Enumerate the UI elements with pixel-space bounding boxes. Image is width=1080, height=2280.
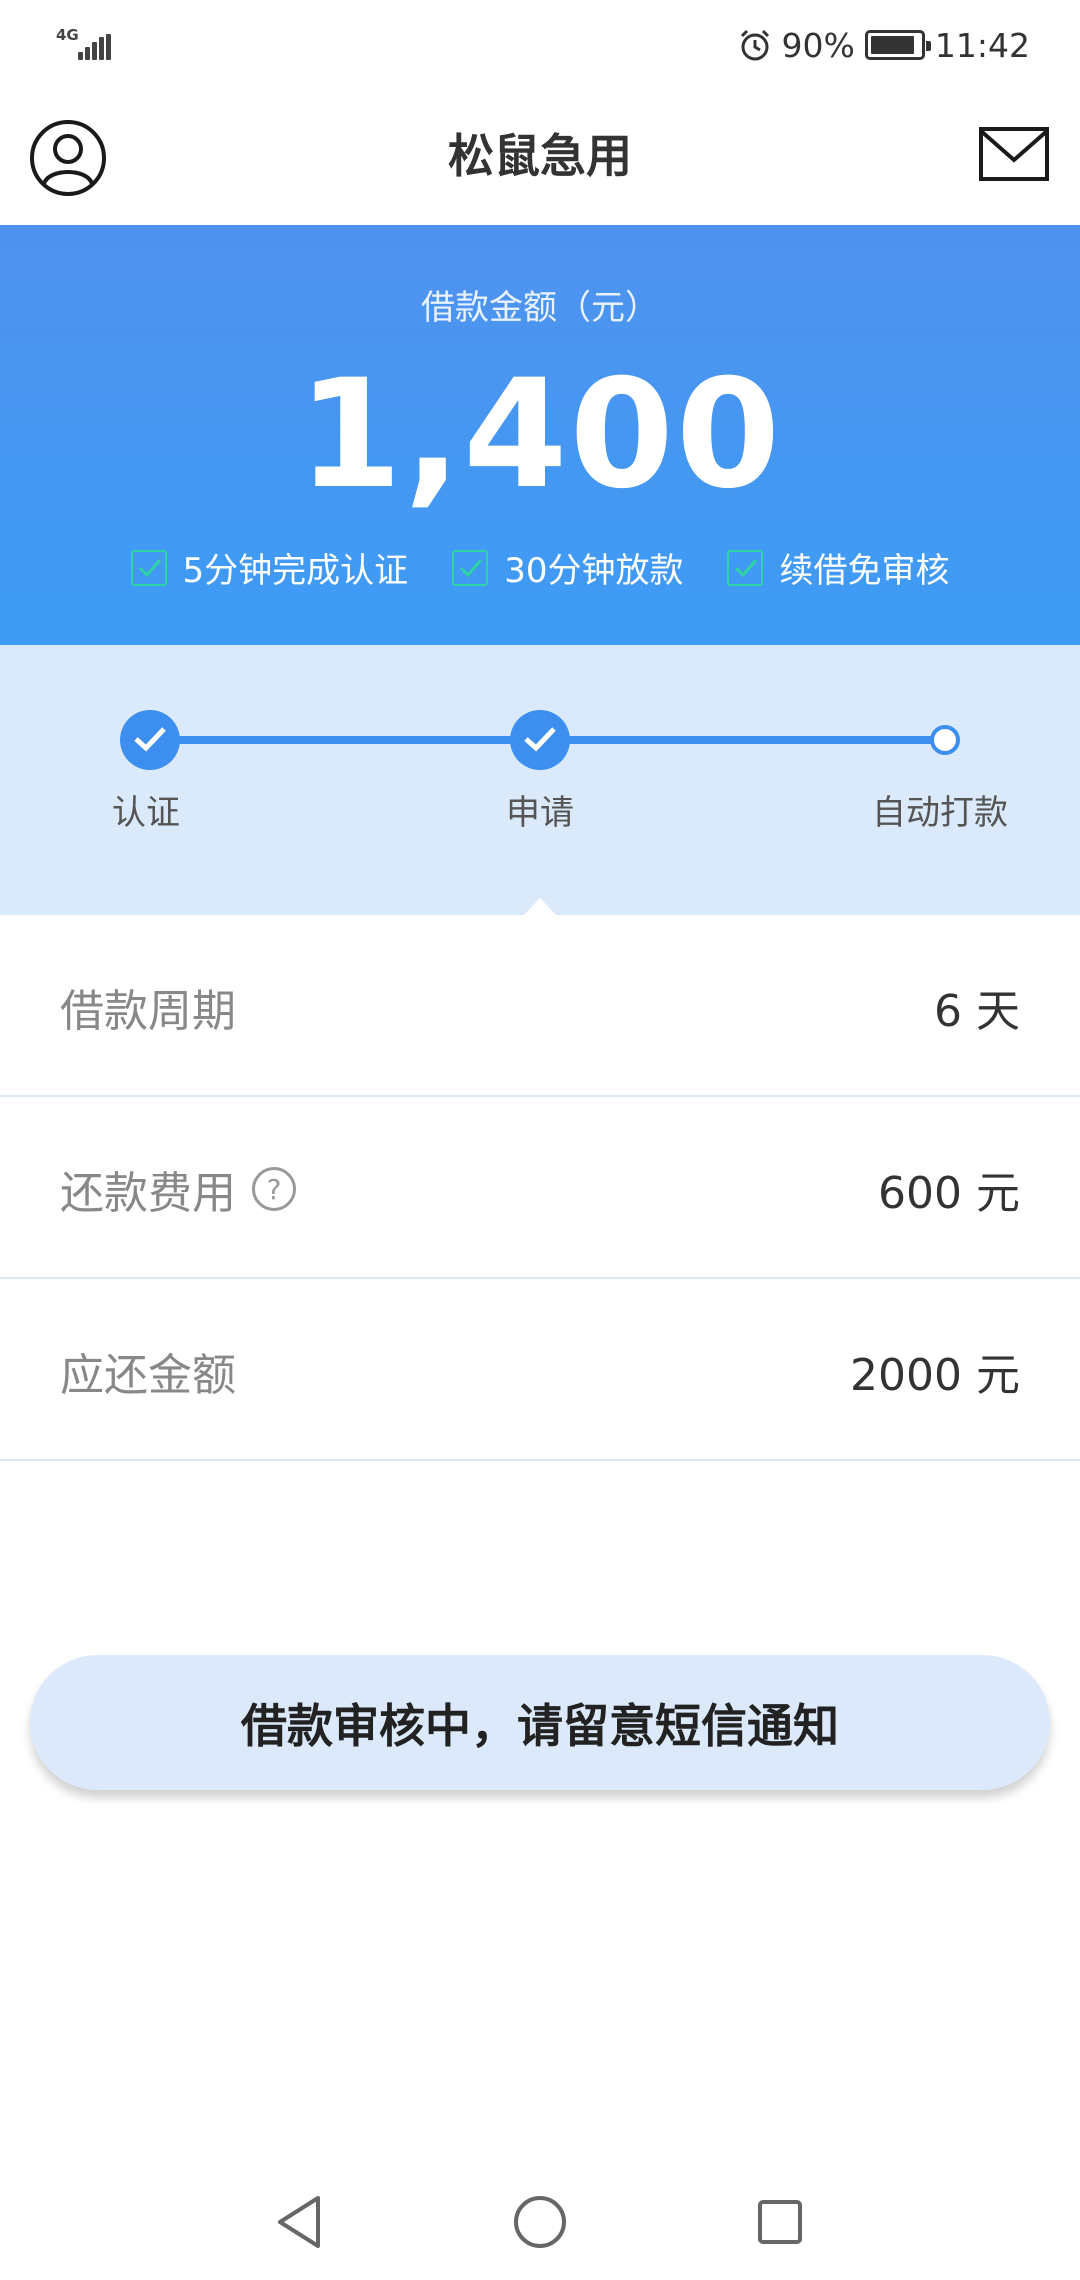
feature-label: 续借免审核 — [779, 551, 950, 591]
detail-label-text: 还款费用 — [60, 1168, 236, 1219]
back-triangle-icon — [278, 2196, 320, 2248]
checkbox-icon — [727, 549, 764, 586]
page-title: 松鼠急用 — [448, 129, 632, 183]
loan-amount-banner: 借款金额（元） 1,400 5分钟完成认证 30分钟放款 续借免审核 — [0, 225, 1080, 645]
cellular-signal-icon: 4G — [56, 26, 112, 62]
checkbox-icon — [130, 549, 167, 586]
detail-label: 应还金额 — [60, 1339, 236, 1403]
alarm-icon — [740, 29, 769, 61]
home-circle-icon — [514, 2196, 566, 2248]
feature-label: 5分钟完成认证 — [182, 551, 409, 591]
detail-row-total: 应还金额 2000 元 — [0, 1279, 1080, 1461]
step-label-payout: 自动打款 — [872, 793, 1008, 833]
amount-label: 借款金额（元） — [421, 288, 659, 328]
mail-icon — [979, 127, 1049, 181]
recents-button[interactable] — [748, 2190, 812, 2254]
loan-amount: 1,400 — [297, 348, 783, 522]
step-label-apply: 申请 — [506, 793, 574, 833]
detail-value: 600 元 — [878, 1168, 1020, 1219]
feature-item: 续借免审核 — [727, 543, 949, 592]
detail-row-term: 借款周期 6 天 — [0, 915, 1080, 1097]
step-done-check-icon — [510, 710, 570, 770]
step-done-check-icon — [120, 710, 180, 770]
review-status-button[interactable]: 借款审核中，请留意短信通知 — [30, 1655, 1050, 1790]
home-button[interactable] — [508, 2190, 572, 2254]
help-icon[interactable]: ? — [252, 1167, 296, 1211]
app-header: 松鼠急用 — [0, 90, 1080, 225]
detail-row-fee: 还款费用 ? 600 元 — [0, 1097, 1080, 1279]
messages-button[interactable] — [978, 124, 1050, 186]
detail-value: 6 天 — [934, 986, 1020, 1037]
pointer-notch — [524, 898, 556, 915]
step-pending-circle-icon — [930, 725, 960, 755]
detail-value: 2000 元 — [850, 1350, 1020, 1401]
detail-label: 还款费用 ? — [60, 1157, 296, 1221]
clock: 11:42 — [934, 25, 1030, 65]
status-bar: 4G 90% 11:42 — [0, 0, 1080, 90]
feature-item: 5分钟完成认证 — [130, 543, 409, 592]
battery-percent: 90% — [781, 25, 855, 65]
feature-item: 30分钟放款 — [452, 543, 683, 592]
system-nav-bar — [0, 2160, 1080, 2280]
status-right: 90% 11:42 — [738, 22, 1030, 68]
network-type: 4G — [56, 26, 79, 44]
detail-label: 借款周期 — [60, 975, 236, 1039]
checkbox-icon — [452, 549, 489, 586]
progress-stepper: 认证 申请 自动打款 — [0, 645, 1080, 915]
battery-icon — [864, 30, 931, 60]
detail-label-text: 应还金额 — [60, 1350, 236, 1401]
back-button[interactable] — [268, 2190, 332, 2254]
loan-details: 借款周期 6 天 还款费用 ? 600 元 应还金额 2000 元 — [0, 915, 1080, 1461]
recents-square-icon — [758, 2200, 802, 2244]
detail-label-text: 借款周期 — [60, 986, 236, 1037]
feature-list: 5分钟完成认证 30分钟放款 续借免审核 — [0, 543, 1080, 592]
feature-label: 30分钟放款 — [504, 551, 684, 591]
step-label-verify: 认证 — [112, 793, 180, 833]
